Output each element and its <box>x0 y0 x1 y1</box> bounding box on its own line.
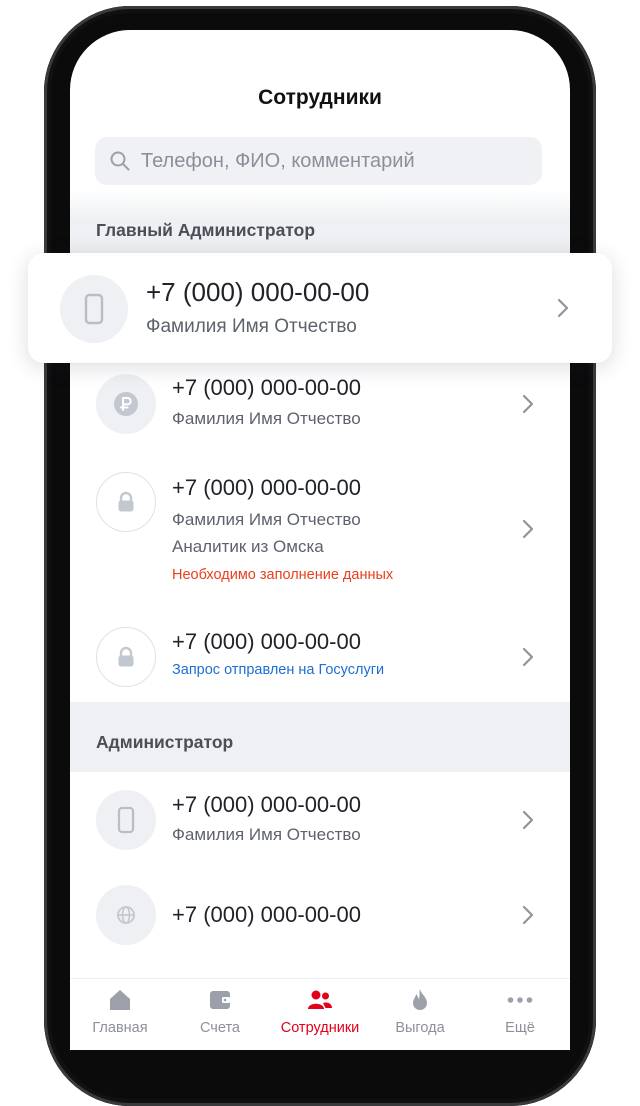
lock-icon <box>118 646 134 667</box>
chevron-right-icon <box>522 519 534 539</box>
tab-label: Выгода <box>395 1020 445 1036</box>
employee-row[interactable]: +7 (000) 000-00-00 Фамилия Имя Отчество <box>70 364 570 450</box>
employee-avatar <box>96 472 156 532</box>
app-screen: Сотрудники Телефон, ФИО, комментарий Гла… <box>70 30 570 1050</box>
employee-avatar <box>60 275 128 343</box>
chevron-right-icon <box>522 810 534 830</box>
tab-label: Главная <box>92 1020 148 1036</box>
wallet-icon <box>210 991 230 1009</box>
lock-icon <box>118 491 134 512</box>
chevron-right-icon <box>522 647 534 667</box>
page-title: Сотрудники <box>258 86 382 109</box>
employee-row[interactable]: +7 (000) 000-00-00 <box>70 880 570 960</box>
tab-accounts[interactable]: Счета <box>170 979 270 1050</box>
tab-label: Сотрудники <box>280 1020 360 1036</box>
smartphone-icon <box>84 293 104 325</box>
more-icon <box>507 997 533 1003</box>
tab-employees[interactable]: Сотрудники <box>270 979 370 1050</box>
employee-name: Фамилия Имя Отчество <box>172 510 361 529</box>
employee-comment: Аналитик из Омска <box>172 537 324 556</box>
chevron-right-icon <box>522 905 534 925</box>
employee-phone: +7 (000) 000-00-00 <box>172 475 361 500</box>
tab-more[interactable]: Ещё <box>470 979 570 1050</box>
bottom-tab-bar: Главная Счета Сотрудники Выгода Ещё <box>70 978 570 1050</box>
warning-text: Необходимо заполнение данных <box>172 567 394 583</box>
ruble-icon <box>114 392 138 416</box>
employee-phone: +7 (000) 000-00-00 <box>172 375 361 400</box>
highlighted-employee-card[interactable]: +7 (000) 000-00-00 Фамилия Имя Отчество <box>28 253 612 363</box>
home-icon <box>110 990 130 1010</box>
globe-icon <box>117 906 135 924</box>
employee-name: Фамилия Имя Отчество <box>172 825 361 844</box>
tab-benefits[interactable]: Выгода <box>370 979 470 1050</box>
tab-label: Счета <box>200 1020 240 1036</box>
search-icon <box>110 151 130 171</box>
employee-row[interactable]: +7 (000) 000-00-00 Фамилия Имя Отчество <box>70 782 570 868</box>
users-icon <box>308 990 332 1009</box>
search-placeholder: Телефон, ФИО, комментарий <box>141 149 415 172</box>
employee-phone: +7 (000) 000-00-00 <box>146 277 370 307</box>
employee-avatar <box>96 885 156 945</box>
search-input[interactable]: Телефон, ФИО, комментарий <box>95 137 542 185</box>
smartphone-icon <box>117 806 135 834</box>
tab-home[interactable]: Главная <box>70 979 170 1050</box>
employee-phone: +7 (000) 000-00-00 <box>172 902 361 927</box>
tab-label: Ещё <box>505 1020 535 1036</box>
employee-name: Фамилия Имя Отчество <box>146 316 357 337</box>
employee-name: Фамилия Имя Отчество <box>172 409 361 428</box>
employee-phone: +7 (000) 000-00-00 <box>172 629 361 654</box>
status-text: Запрос отправлен на Госуслуги <box>172 662 385 678</box>
employee-row[interactable]: +7 (000) 000-00-00 Фамилия Имя Отчество … <box>70 470 570 610</box>
chevron-right-icon <box>557 298 569 318</box>
employee-row[interactable]: +7 (000) 000-00-00 Запрос отправлен на Г… <box>70 620 570 700</box>
flame-icon <box>413 989 427 1010</box>
section-header-admin: Администратор <box>70 702 570 772</box>
employee-avatar <box>96 627 156 687</box>
employee-avatar <box>96 790 156 850</box>
employee-phone: +7 (000) 000-00-00 <box>172 792 361 817</box>
employee-avatar <box>96 374 156 434</box>
chevron-right-icon <box>522 394 534 414</box>
